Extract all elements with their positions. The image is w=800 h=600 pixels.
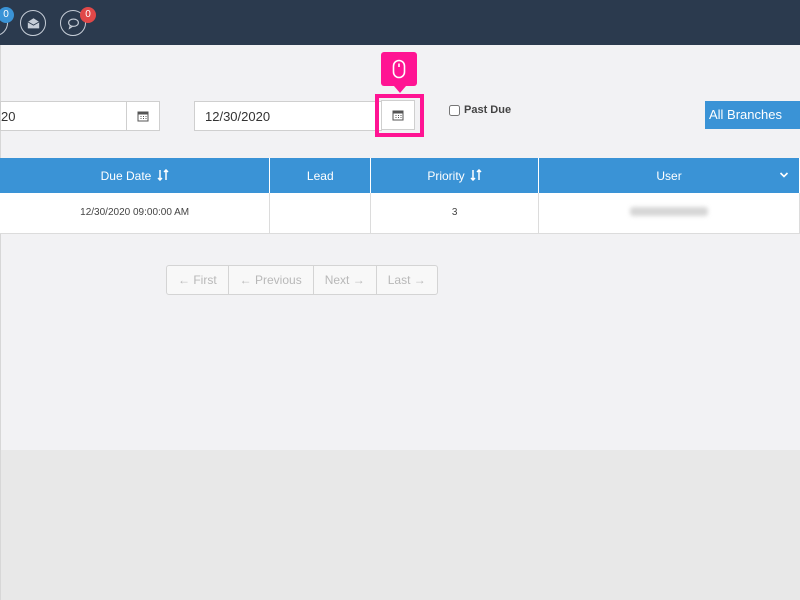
past-due-label: Past Due: [464, 104, 512, 116]
due-date-cell: 12/30/2020 09:00:00 AM: [0, 193, 271, 234]
click-indicator: [381, 52, 417, 93]
mouse-icon: [392, 59, 406, 79]
mail-open-icon[interactable]: [20, 10, 46, 36]
redacted-user-name: [630, 206, 709, 216]
column-header-lead[interactable]: Lead: [269, 158, 372, 193]
click-highlight-box: [375, 94, 424, 137]
next-page-button[interactable]: Next →: [314, 266, 377, 294]
start-date-calendar-button[interactable]: [126, 101, 160, 131]
notification-badge: 0: [0, 7, 14, 23]
sort-icon: [470, 168, 482, 181]
previous-page-button[interactable]: ← Previous: [229, 266, 314, 294]
sort-icon: [157, 168, 169, 181]
last-page-button[interactable]: Last →: [377, 266, 437, 294]
priority-cell: 3: [370, 193, 540, 234]
past-due-checkbox[interactable]: [449, 104, 460, 116]
priority-header-label: Priority: [427, 168, 465, 183]
lead-cell: [269, 193, 372, 234]
column-header-priority[interactable]: Priority: [370, 158, 540, 193]
top-navbar: 0 0: [0, 0, 800, 45]
page-background: [0, 450, 800, 600]
user-cell: [538, 193, 800, 234]
due-date-header-label: Due Date: [100, 168, 152, 183]
lead-header-label: Lead: [306, 168, 334, 183]
table-row[interactable]: 12/30/2020 09:00:00 AM 3: [0, 193, 800, 234]
start-date-input[interactable]: 20: [0, 101, 127, 131]
tasks-table: Due Date Lead Priority User 12/30/2020 0…: [0, 158, 800, 234]
past-due-filter[interactable]: Past Due: [449, 104, 511, 116]
branches-dropdown[interactable]: All Branches: [705, 101, 800, 129]
calendar-icon: [137, 111, 149, 122]
column-header-due-date[interactable]: Due Date: [0, 158, 271, 193]
column-header-user[interactable]: User: [538, 158, 800, 193]
message-badge: 0: [80, 7, 96, 23]
pagination: ← First ← Previous Next → Last →: [166, 265, 438, 295]
end-date-input[interactable]: 12/30/2020: [194, 101, 382, 131]
chevron-down-icon[interactable]: [779, 170, 789, 180]
user-header-label: User: [656, 168, 682, 183]
first-page-button[interactable]: ← First: [167, 266, 229, 294]
